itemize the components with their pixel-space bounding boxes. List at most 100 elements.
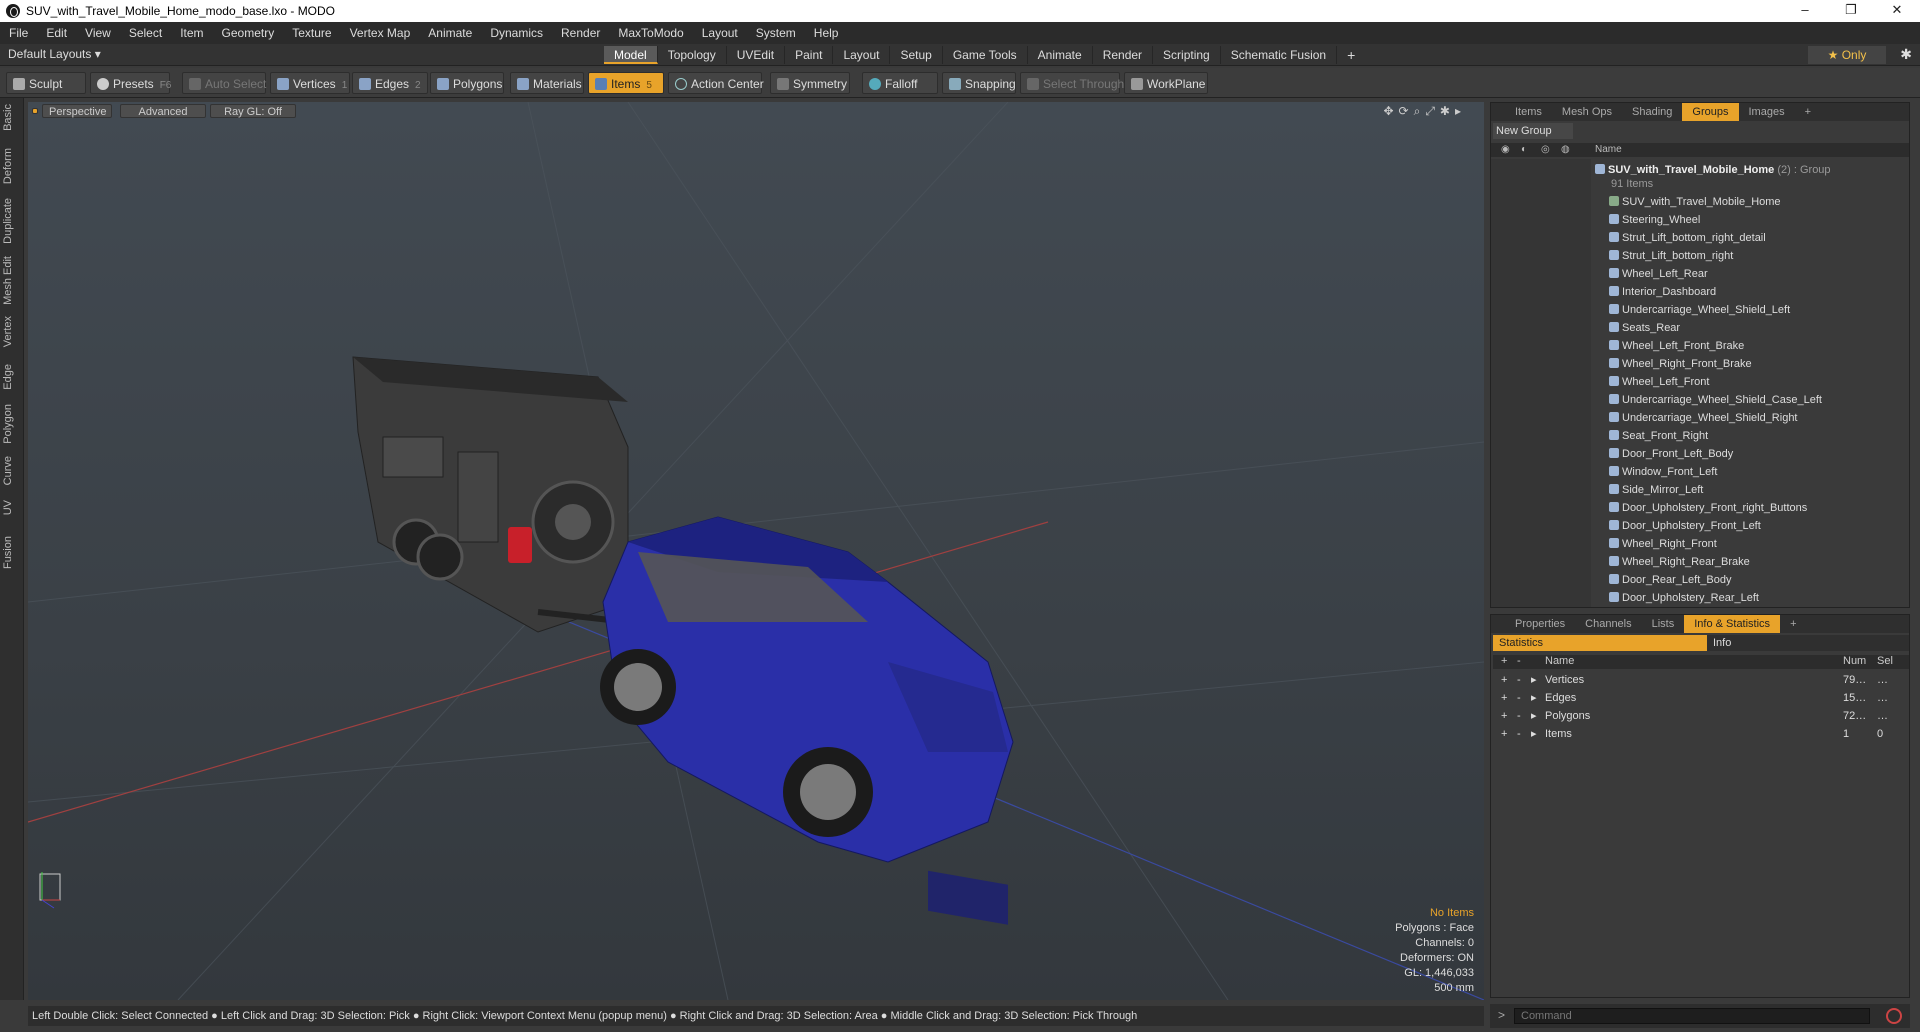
list-item[interactable]: Door_Upholstery_Front_Left	[1609, 517, 1761, 535]
name-column-header[interactable]: Name	[1595, 144, 1622, 155]
materials-button[interactable]: Materials	[510, 72, 584, 94]
polygons-button[interactable]: Polygons	[430, 72, 504, 94]
list-item[interactable]: Door_Front_Left_Body	[1609, 445, 1733, 463]
record-icon[interactable]	[1886, 1008, 1902, 1024]
menu-texture[interactable]: Texture	[283, 26, 340, 40]
list-item[interactable]: Interior_Dashboard	[1609, 283, 1716, 301]
default-layouts-dropdown[interactable]: Default Layouts ▾	[8, 47, 101, 61]
expand-icon[interactable]: +	[1501, 725, 1507, 743]
eye-icon[interactable]: ◉	[1501, 144, 1510, 155]
list-item[interactable]: Strut_Lift_bottom_right_detail	[1609, 229, 1766, 247]
tab-basic[interactable]: Basic	[2, 104, 22, 131]
tab-shading[interactable]: Shading	[1622, 103, 1682, 121]
tab-topology[interactable]: Topology	[658, 46, 727, 64]
tab-paint[interactable]: Paint	[785, 46, 834, 64]
list-item[interactable]: Side_Mirror_Left	[1609, 481, 1703, 499]
list-item[interactable]: Door_Upholstery_Rear_Left	[1609, 589, 1759, 607]
menu-maxtomodo[interactable]: MaxToModo	[609, 26, 692, 40]
expand-icon[interactable]: +	[1501, 707, 1507, 725]
menu-render[interactable]: Render	[552, 26, 609, 40]
list-item[interactable]: Window_Front_Left	[1609, 463, 1717, 481]
table-row[interactable]: + - ▸ Items 1 0	[1493, 725, 1909, 743]
statistics-subtab[interactable]: Statistics	[1493, 635, 1707, 651]
tab-mesh-ops[interactable]: Mesh Ops	[1552, 103, 1622, 121]
select-icon[interactable]: ◍	[1561, 144, 1570, 155]
tab-channels[interactable]: Channels	[1575, 615, 1641, 633]
snapping-button[interactable]: Snapping	[942, 72, 1016, 94]
add-tab-button[interactable]: +	[1337, 46, 1365, 64]
list-item[interactable]: Wheel_Left_Rear	[1609, 265, 1708, 283]
tab-vertex[interactable]: Vertex	[2, 316, 22, 347]
tab-groups[interactable]: Groups	[1682, 103, 1739, 121]
tab-layout[interactable]: Layout	[833, 46, 891, 64]
items-button[interactable]: Items 5	[588, 72, 664, 94]
tab-setup[interactable]: Setup	[890, 46, 943, 64]
command-input[interactable]: Command	[1514, 1008, 1870, 1024]
tab-scripting[interactable]: Scripting	[1153, 46, 1221, 64]
menu-system[interactable]: System	[747, 26, 805, 40]
new-group-button[interactable]: New Group	[1493, 123, 1573, 139]
tab-uv[interactable]: UV	[2, 500, 22, 515]
workplane-button[interactable]: WorkPlane	[1124, 72, 1208, 94]
3d-viewport[interactable]: Perspective Advanced Ray GL: Off ✥⟳⌕⤢✱▸ …	[28, 102, 1484, 1000]
tab-fusion[interactable]: Fusion	[2, 536, 22, 569]
tab-mesh-edit[interactable]: Mesh Edit	[2, 256, 22, 305]
sel-column-header[interactable]: Sel	[1877, 655, 1893, 667]
expand-all-icon[interactable]: +	[1501, 655, 1507, 667]
only-toggle[interactable]: ★ Only	[1808, 46, 1886, 64]
menu-geometry[interactable]: Geometry	[213, 26, 284, 40]
menu-select[interactable]: Select	[120, 26, 171, 40]
list-item[interactable]: SUV_with_Travel_Mobile_Home	[1609, 193, 1781, 211]
vertices-button[interactable]: Vertices 1	[270, 72, 350, 94]
expand-icon[interactable]: +	[1501, 671, 1507, 689]
menu-file[interactable]: File	[0, 26, 37, 40]
list-item[interactable]: Door_Rear_Left_Body	[1609, 571, 1731, 589]
tab-deform[interactable]: Deform	[2, 148, 22, 184]
tab-properties[interactable]: Properties	[1505, 615, 1575, 633]
num-column-header[interactable]: Num	[1843, 655, 1866, 667]
table-row[interactable]: + - ▸ Edges 15… …	[1493, 689, 1909, 707]
list-item[interactable]: Undercarriage_Wheel_Shield_Left	[1609, 301, 1790, 319]
collapse-icon[interactable]: -	[1517, 671, 1521, 689]
collapse-all-icon[interactable]: -	[1517, 655, 1521, 667]
tab-render[interactable]: Render	[1093, 46, 1154, 64]
name-column-header[interactable]: Name	[1545, 655, 1574, 667]
menu-view[interactable]: View	[76, 26, 120, 40]
menu-edit[interactable]: Edit	[37, 26, 76, 40]
list-item[interactable]: Wheel_Left_Front_Brake	[1609, 337, 1744, 355]
tab-images[interactable]: Images	[1739, 103, 1795, 121]
tab-model[interactable]: Model	[604, 46, 658, 64]
edges-button[interactable]: Edges 2	[352, 72, 428, 94]
tab-lists[interactable]: Lists	[1642, 615, 1685, 633]
raygl-dropdown[interactable]: Ray GL: Off	[210, 104, 296, 118]
list-item[interactable]: Seat_Front_Right	[1609, 427, 1708, 445]
tab-animate[interactable]: Animate	[1028, 46, 1093, 64]
list-item[interactable]: Strut_Lift_bottom_right	[1609, 247, 1733, 265]
menu-help[interactable]: Help	[805, 26, 848, 40]
tab-curve[interactable]: Curve	[2, 456, 22, 485]
tab-uvedit[interactable]: UVEdit	[727, 46, 786, 64]
list-item[interactable]: Wheel_Right_Rear_Brake	[1609, 553, 1750, 571]
perspective-dropdown[interactable]: Perspective	[42, 104, 112, 118]
presets-button[interactable]: Presets F6	[90, 72, 171, 94]
falloff-button[interactable]: Falloff	[862, 72, 938, 94]
menu-vertex-map[interactable]: Vertex Map	[341, 26, 420, 40]
menu-layout[interactable]: Layout	[693, 26, 747, 40]
collapse-icon[interactable]: -	[1517, 707, 1521, 725]
add-panel-tab-button[interactable]: +	[1795, 103, 1821, 121]
lock-icon[interactable]: ◐	[1521, 144, 1527, 155]
tab-game-tools[interactable]: Game Tools	[943, 46, 1028, 64]
info-subtab[interactable]: Info	[1707, 635, 1909, 651]
disclosure-triangle-icon[interactable]: ▸	[1531, 671, 1537, 689]
auto-select-button[interactable]: Auto Select	[182, 72, 266, 94]
tab-items[interactable]: Items	[1505, 103, 1552, 121]
disclosure-triangle-icon[interactable]: ▸	[1531, 725, 1537, 743]
expand-icon[interactable]: +	[1501, 689, 1507, 707]
select-through-button[interactable]: Select Through	[1020, 72, 1124, 94]
tab-schematic-fusion[interactable]: Schematic Fusion	[1221, 46, 1338, 64]
add-panel-tab-button[interactable]: +	[1780, 615, 1806, 633]
list-item[interactable]: Undercarriage_Wheel_Shield_Right	[1609, 409, 1798, 427]
render-icon[interactable]: ◎	[1541, 144, 1550, 155]
viewport-nav-icons[interactable]: ✥⟳⌕⤢✱▸	[1383, 104, 1466, 119]
symmetry-button[interactable]: Symmetry	[770, 72, 850, 94]
